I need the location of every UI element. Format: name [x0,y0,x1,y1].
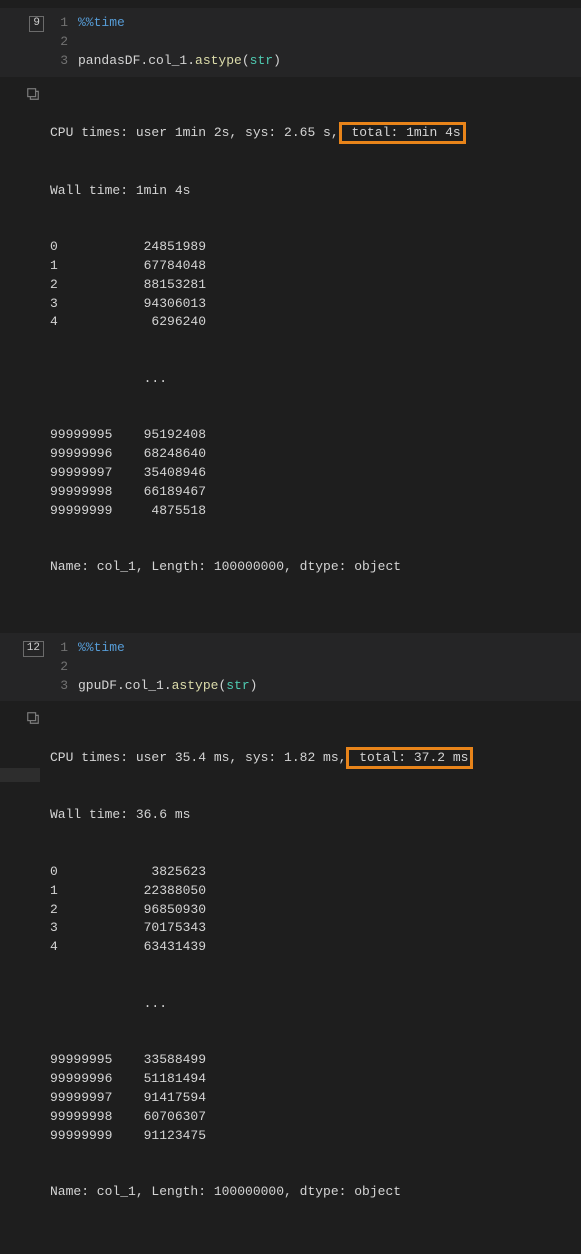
code-text: ) [273,53,281,68]
ellipsis: ... [50,370,581,389]
cell-output-area: CPU times: user 1min 2s, sys: 2.65 s, to… [0,77,581,629]
series-row: 99999999 4875518 [50,502,581,521]
line-number: 1 [50,14,78,33]
series-row: 99999997 35408946 [50,464,581,483]
exec-count-label: 12 [0,639,50,657]
highlight-total-time: total: 1min 4s [339,122,466,144]
code-text: pandasDF.col_1. [78,53,195,68]
code-text: astype [195,53,242,68]
ellipsis: ... [50,995,581,1014]
cpu-times-text: CPU times: user 35.4 ms, sys: 1.82 ms, [50,750,346,765]
code-text: str [250,53,273,68]
series-row: 99999999 91123475 [50,1127,581,1146]
cell-input-area[interactable]: 9 1 %%time 2 3 pandasDF.col_1.astype(str… [0,8,581,77]
series-rows-top: 0 38256231 223880502 968509303 701753434… [50,863,581,957]
output-mime-icon[interactable] [26,711,40,725]
exec-count-label: 9 [0,14,50,32]
series-row: 0 24851989 [50,238,581,257]
series-row: 99999998 60706307 [50,1108,581,1127]
notebook-view: 9 1 %%time 2 3 pandasDF.col_1.astype(str… [0,0,581,1254]
output-text: CPU times: user 35.4 ms, sys: 1.82 ms, t… [50,709,581,1239]
magic-command: %%time [78,640,125,655]
code-text: astype [172,678,219,693]
series-row: 99999997 91417594 [50,1089,581,1108]
series-row: 1 22388050 [50,882,581,901]
series-meta: Name: col_1, Length: 100000000, dtype: o… [50,1183,581,1202]
code-text: gpuDF.col_1. [78,678,172,693]
notebook-cell: 12 1 %%time 2 3 gpuDF.col_1.astype(str) [0,633,581,1254]
code-block[interactable]: 1 %%time 2 3 pandasDF.col_1.astype(str) [50,14,581,71]
series-rows-bottom: 99999995 9519240899999996 68248640999999… [50,426,581,520]
series-row: 3 70175343 [50,919,581,938]
series-rows-bottom: 99999995 3358849999999996 51181494999999… [50,1051,581,1145]
cell-input-area[interactable]: 12 1 %%time 2 3 gpuDF.col_1.astype(str) [0,633,581,702]
output-gutter [0,709,50,725]
highlight-total-time: total: 37.2 ms [346,747,473,769]
series-row: 0 3825623 [50,863,581,882]
cell-output-area: CPU times: user 35.4 ms, sys: 1.82 ms, t… [0,701,581,1253]
code-text: ) [250,678,258,693]
series-row: 2 96850930 [50,901,581,920]
series-row: 99999995 95192408 [50,426,581,445]
line-number: 3 [50,677,78,696]
series-row: 4 6296240 [50,313,581,332]
magic-command: %%time [78,15,125,30]
output-mime-icon[interactable] [26,87,40,101]
line-number: 2 [50,658,78,677]
series-meta: Name: col_1, Length: 100000000, dtype: o… [50,558,581,577]
line-number: 2 [50,33,78,52]
notebook-cell: 9 1 %%time 2 3 pandasDF.col_1.astype(str… [0,8,581,629]
wall-time-text: Wall time: 36.6 ms [50,806,581,825]
output-gutter [0,85,50,101]
series-row: 2 88153281 [50,276,581,295]
line-number: 3 [50,52,78,71]
series-row: 99999998 66189467 [50,483,581,502]
series-row: 99999995 33588499 [50,1051,581,1070]
code-text: str [226,678,249,693]
series-row: 99999996 51181494 [50,1070,581,1089]
series-row: 3 94306013 [50,295,581,314]
code-block[interactable]: 1 %%time 2 3 gpuDF.col_1.astype(str) [50,639,581,696]
line-number: 1 [50,639,78,658]
exec-count: 12 [27,641,40,657]
output-text: CPU times: user 1min 2s, sys: 2.65 s, to… [50,85,581,615]
wall-time-text: Wall time: 1min 4s [50,182,581,201]
series-rows-top: 0 248519891 677840482 881532813 94306013… [50,238,581,332]
series-row: 1 67784048 [50,257,581,276]
cpu-times-text: CPU times: user 1min 2s, sys: 2.65 s, [50,125,339,140]
series-row: 99999996 68248640 [50,445,581,464]
series-row: 4 63431439 [50,938,581,957]
code-text: ( [242,53,250,68]
exec-count: 9 [33,16,40,32]
status-bar-fragment [0,768,40,782]
